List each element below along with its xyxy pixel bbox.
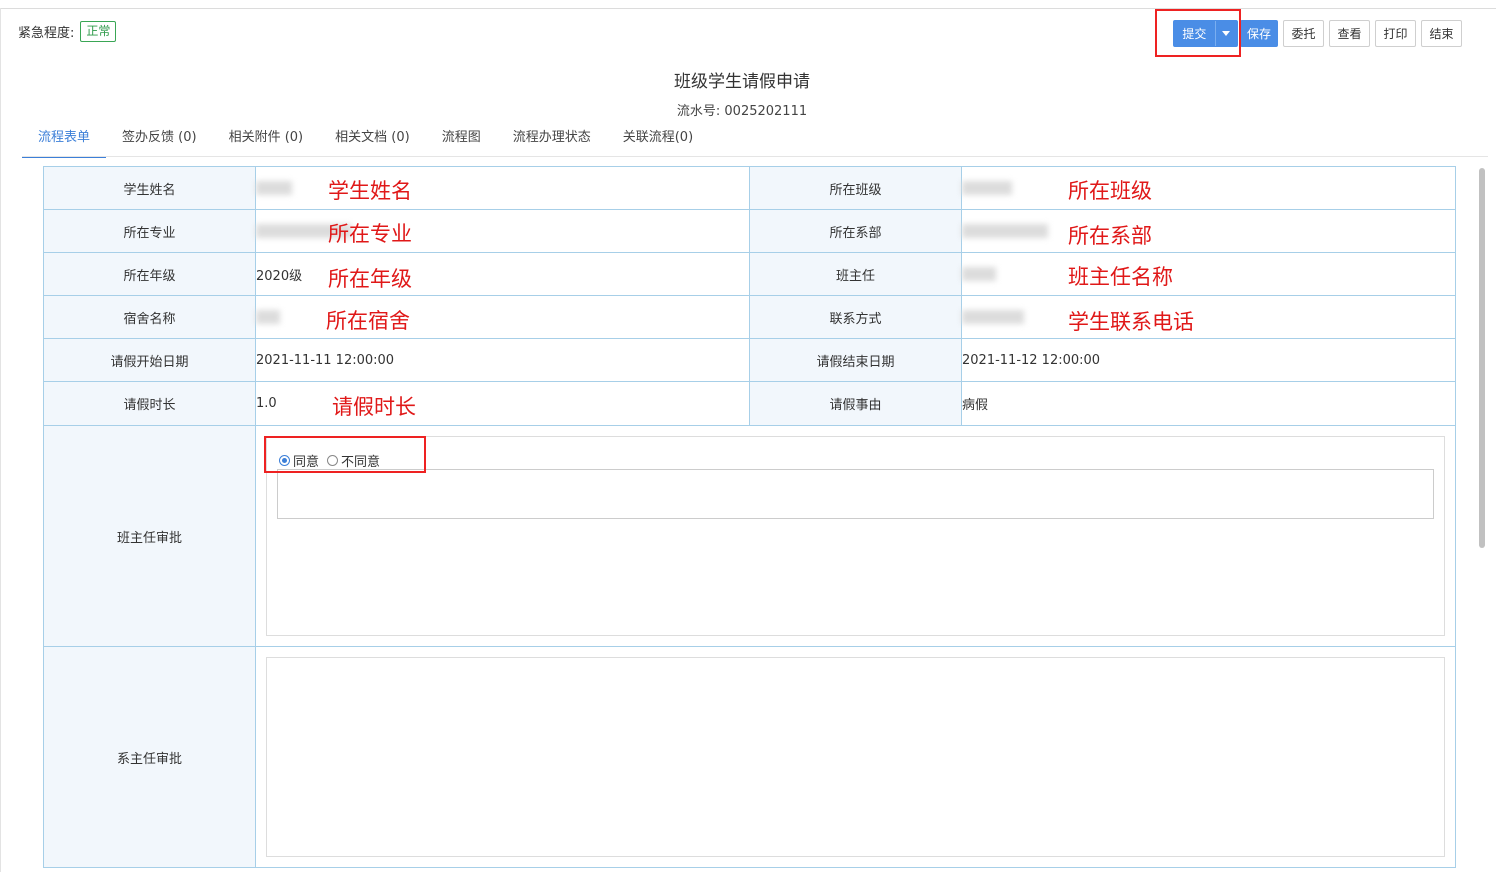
duration-label: 请假时长 (43, 381, 256, 426)
tabs-divider (22, 156, 1488, 157)
top-border (0, 8, 1496, 9)
duration-annotation: 请假时长 (332, 395, 416, 419)
dept-head-approval-label: 系主任审批 (43, 646, 256, 868)
contact-value: 学生联系电话 (961, 295, 1456, 339)
tab-flowchart[interactable]: 流程图 (426, 127, 497, 156)
print-button[interactable]: 打印 (1375, 20, 1416, 47)
redacted-value (962, 310, 1024, 324)
tab-feedback[interactable]: 签办反馈 (0) (106, 127, 213, 156)
student-name-label: 学生姓名 (43, 166, 256, 210)
redacted-value (962, 267, 996, 281)
table-row: 班主任审批 同意 不同意 (43, 425, 1456, 647)
class-value: 所在班级 (961, 166, 1456, 210)
department-annotation: 所在系部 (1068, 224, 1152, 248)
table-row: 请假开始日期 2021-11-11 12:00:00 请假结束日期 2021-1… (43, 338, 1456, 382)
redacted-value (962, 181, 1012, 195)
urgency-badge: 正常 (80, 21, 117, 42)
scrollbar-thumb[interactable] (1479, 168, 1485, 548)
head-teacher-value: 班主任名称 (961, 252, 1456, 296)
dept-head-approval-cell (255, 646, 1456, 868)
head-teacher-comment-input[interactable] (277, 469, 1434, 519)
form-title: 班级学生请假申请 (674, 72, 810, 92)
dorm-value: 所在宿舍 (255, 295, 750, 339)
contact-annotation: 学生联系电话 (1068, 310, 1194, 334)
tab-bar: 流程表单 签办反馈 (0) 相关附件 (0) 相关文档 (0) 流程图 流程办理… (22, 127, 709, 158)
delegate-button[interactable]: 委托 (1283, 20, 1324, 47)
head-teacher-approval-label: 班主任审批 (43, 425, 256, 647)
redacted-value (256, 310, 280, 324)
reason-label: 请假事由 (749, 381, 962, 426)
serial-number: 流水号: 0025202111 (0, 100, 1484, 119)
end-date-label: 请假结束日期 (749, 338, 962, 382)
urgency-label: 紧急程度: (18, 26, 75, 41)
table-row: 所在专业 所在专业 所在系部 所在系部 (43, 209, 1456, 253)
table-row: 请假时长 1.0 请假时长 请假事由 病假 (43, 381, 1456, 426)
submit-highlight-box (1155, 9, 1241, 57)
grade-annotation: 所在年级 (328, 267, 412, 291)
table-row: 宿舍名称 所在宿舍 联系方式 学生联系电话 (43, 295, 1456, 339)
grade-text: 2020级 (256, 268, 303, 284)
head-teacher-approval-box: 同意 不同意 (266, 436, 1445, 636)
dept-head-approval-box[interactable] (266, 657, 1445, 857)
duration-value: 1.0 请假时长 (255, 381, 750, 426)
student-name-annotation: 学生姓名 (328, 179, 412, 203)
start-date-label: 请假开始日期 (43, 338, 256, 382)
start-date-value: 2021-11-11 12:00:00 (255, 338, 750, 382)
head-teacher-annotation: 班主任名称 (1068, 265, 1173, 289)
dorm-label: 宿舍名称 (43, 295, 256, 339)
leave-form-table: 学生姓名 学生姓名 所在班级 所在班级 所在专业 所在专业 所在系部 所在系部 … (43, 166, 1456, 868)
department-label: 所在系部 (749, 209, 962, 253)
serial-label: 流水号: (676, 104, 721, 119)
grade-value: 2020级 所在年级 (255, 252, 750, 296)
student-name-value: 学生姓名 (255, 166, 750, 210)
contact-label: 联系方式 (749, 295, 962, 339)
redacted-value (256, 181, 292, 195)
tab-attachments[interactable]: 相关附件 (0) (213, 127, 320, 156)
major-label: 所在专业 (43, 209, 256, 253)
table-row: 系主任审批 (43, 646, 1456, 868)
tab-related-flows[interactable]: 关联流程(0) (607, 127, 709, 156)
tab-process-form[interactable]: 流程表单 (22, 127, 107, 158)
serial-value: 0025202111 (724, 104, 808, 119)
left-border (0, 8, 1, 872)
view-button[interactable]: 查看 (1329, 20, 1370, 47)
head-teacher-approval-cell: 同意 不同意 (255, 425, 1456, 647)
finish-button[interactable]: 结束 (1421, 20, 1462, 47)
table-row: 所在年级 2020级 所在年级 班主任 班主任名称 (43, 252, 1456, 296)
end-date-value: 2021-11-12 12:00:00 (961, 338, 1456, 382)
class-annotation: 所在班级 (1068, 179, 1152, 203)
major-annotation: 所在专业 (328, 222, 412, 246)
duration-text: 1.0 (256, 396, 277, 411)
save-button[interactable]: 保存 (1240, 20, 1278, 47)
dorm-annotation: 所在宿舍 (326, 309, 410, 333)
class-label: 所在班级 (749, 166, 962, 210)
urgency-indicator: 紧急程度: 正常 (18, 21, 117, 42)
tab-documents[interactable]: 相关文档 (0) (319, 127, 426, 156)
department-value: 所在系部 (961, 209, 1456, 253)
grade-label: 所在年级 (43, 252, 256, 296)
table-row: 学生姓名 学生姓名 所在班级 所在班级 (43, 166, 1456, 210)
redacted-value (962, 224, 1048, 238)
major-value: 所在专业 (255, 209, 750, 253)
head-teacher-label: 班主任 (749, 252, 962, 296)
reason-value: 病假 (961, 381, 1456, 426)
radio-highlight-box (264, 436, 426, 473)
tab-process-status[interactable]: 流程办理状态 (497, 127, 607, 156)
